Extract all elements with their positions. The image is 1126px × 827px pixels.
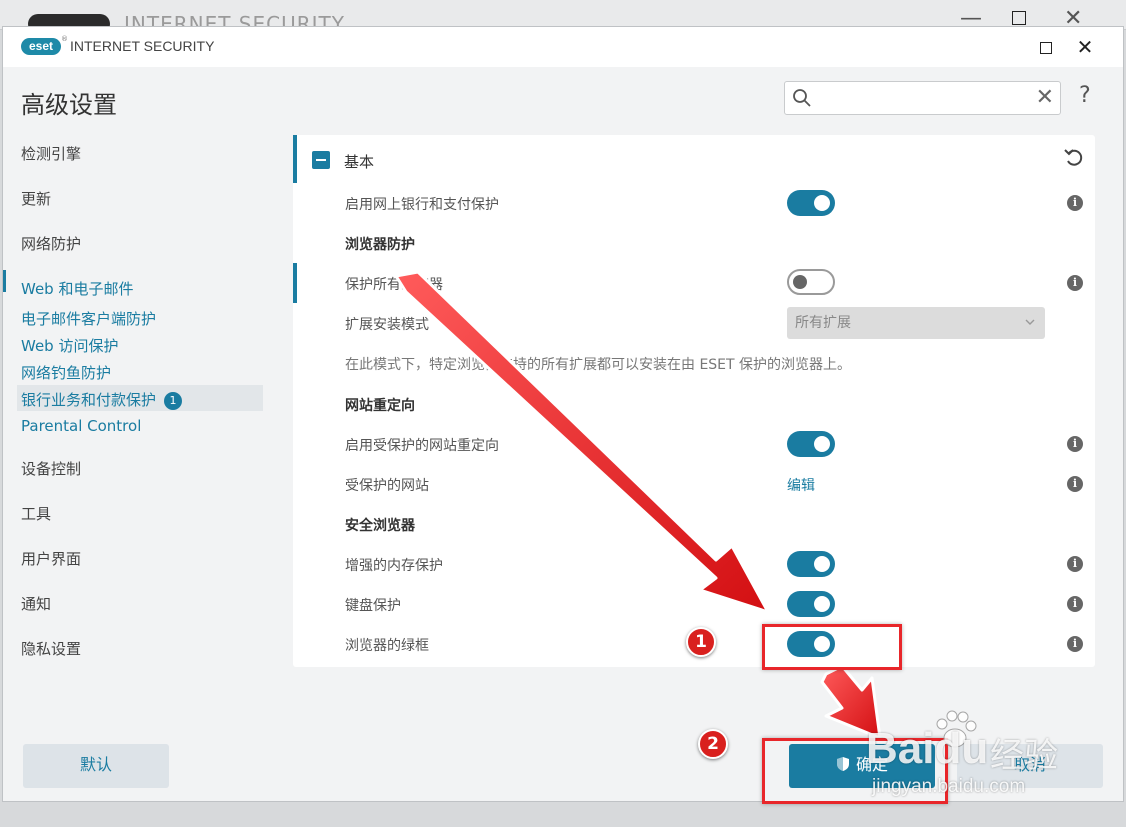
keyboard-protection-label: 键盘保护 [345, 598, 401, 614]
page-title: 高级设置 [21, 91, 117, 119]
maximize-button[interactable] [1034, 35, 1058, 59]
keyboard-protection-toggle[interactable] [787, 591, 835, 617]
annotation-number-1: 1 [686, 627, 716, 657]
app-title: INTERNET SECURITY [70, 38, 215, 54]
sidebar-subitem-banking-label: 银行业务和付款保护 [21, 391, 157, 409]
collapse-button[interactable] [312, 151, 330, 169]
info-icon[interactable]: i [1067, 476, 1083, 492]
sidebar-item-tools[interactable]: 工具 [21, 503, 51, 524]
search-icon [793, 89, 811, 107]
info-icon[interactable]: i [1067, 195, 1083, 211]
sidebar-item-update[interactable]: 更新 [21, 188, 51, 209]
sidebar-item-privacy[interactable]: 隐私设置 [21, 638, 81, 659]
sidebar-item-detection-engine[interactable]: 检测引擎 [21, 143, 81, 164]
sidebar-item-device-control[interactable]: 设备控制 [21, 458, 81, 479]
settings-panel: 基本 启用网上银行和支付保护 i 浏览器防护 保护所有浏览器 i 扩展安装模式 … [293, 135, 1095, 667]
title-bar: eset ® INTERNET SECURITY ✕ [3, 27, 1123, 67]
sidebar-subitem-web-access[interactable]: Web 访问保护 [21, 335, 118, 356]
section-title: 基本 [344, 153, 375, 171]
watermark-url: jingyan.baidu.com [872, 776, 1026, 797]
annotation-number-2: 2 [698, 729, 728, 759]
row-indicator [293, 263, 297, 303]
default-button[interactable]: 默认 [23, 744, 169, 788]
memory-protection-label: 增强的内存保护 [345, 558, 443, 574]
section-indicator [293, 135, 297, 183]
extension-mode-value: 所有扩展 [795, 315, 851, 331]
info-icon[interactable]: i [1067, 275, 1083, 291]
info-icon[interactable]: i [1067, 636, 1083, 652]
sidebar-subitem-email-client[interactable]: 电子邮件客户端防护 [21, 308, 156, 329]
sidebar-subitem-parental-control[interactable]: Parental Control [21, 417, 141, 435]
browser-protection-heading: 浏览器防护 [345, 237, 415, 253]
redirect-toggle[interactable] [787, 431, 835, 457]
sidebar-subitem-antiphishing[interactable]: 网络钓鱼防护 [21, 362, 111, 383]
close-button[interactable]: ✕ [1073, 35, 1097, 59]
website-redirect-heading: 网站重定向 [345, 398, 415, 414]
annotation-box-toggle [762, 624, 902, 670]
banking-protection-label: 启用网上银行和支付保护 [345, 197, 499, 213]
count-badge: 1 [164, 392, 183, 410]
protected-sites-label: 受保护的网站 [345, 478, 429, 494]
revert-icon[interactable] [1063, 147, 1085, 169]
info-icon[interactable]: i [1067, 436, 1083, 452]
edit-link[interactable]: 编辑 [787, 475, 815, 495]
green-frame-label: 浏览器的绿框 [345, 638, 429, 654]
sidebar-item-notifications[interactable]: 通知 [21, 593, 51, 614]
banking-protection-toggle[interactable] [787, 190, 835, 216]
chevron-down-icon [1025, 319, 1035, 325]
extension-mode-label: 扩展安装模式 [345, 317, 429, 333]
extension-mode-description: 在此模式下，特定浏览器支持的所有扩展都可以安装在由 ESET 保护的浏览器上。 [345, 357, 852, 373]
registered-mark: ® [61, 35, 68, 43]
eset-logo: eset [21, 38, 61, 55]
search-box[interactable]: ✕ [784, 81, 1061, 115]
protect-all-browsers-toggle[interactable] [787, 269, 835, 295]
redirect-label: 启用受保护的网站重定向 [345, 438, 499, 454]
sidebar-item-web-and-email[interactable]: Web 和电子邮件 [21, 278, 133, 299]
extension-mode-select: 所有扩展 [787, 307, 1045, 339]
search-input[interactable] [819, 86, 1029, 110]
memory-protection-toggle[interactable] [787, 551, 835, 577]
protect-all-browsers-label: 保护所有浏览器 [345, 277, 443, 293]
watermark-brand: Baidu [866, 724, 989, 773]
help-icon[interactable]: ? [1079, 83, 1091, 108]
secure-browser-heading: 安全浏览器 [345, 518, 415, 534]
watermark-cn: 经验 [990, 736, 1058, 776]
info-icon[interactable]: i [1067, 556, 1083, 572]
info-icon[interactable]: i [1067, 596, 1083, 612]
sidebar-active-indicator [3, 270, 6, 292]
clear-icon[interactable]: ✕ [1036, 86, 1054, 110]
main-window: eset ® INTERNET SECURITY ✕ 高级设置 ✕ ? 检测引擎… [2, 26, 1124, 802]
sidebar-item-user-interface[interactable]: 用户界面 [21, 548, 81, 569]
sidebar-subitem-banking[interactable]: 银行业务和付款保护 1 [21, 389, 183, 410]
sidebar-item-network-protection[interactable]: 网络防护 [21, 233, 81, 254]
